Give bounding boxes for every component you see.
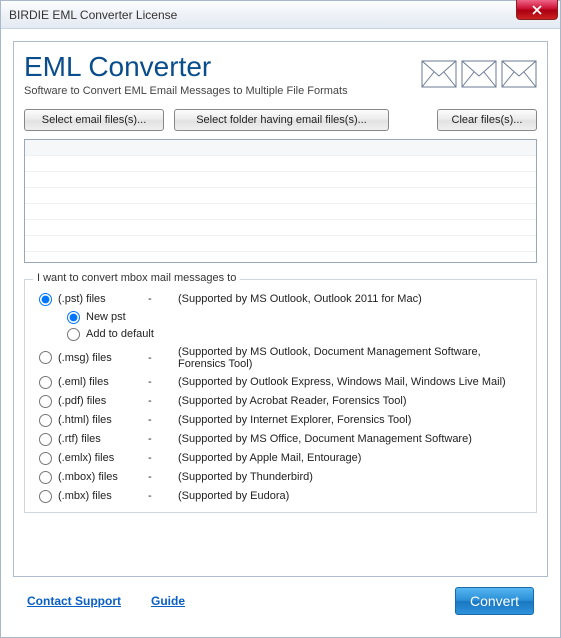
option-name: (.pdf) files: [58, 395, 148, 407]
envelope-icon: [461, 60, 497, 88]
envelope-icons: [421, 60, 537, 88]
option-name: (.eml) files: [58, 376, 148, 388]
sub-option-label: Add to default: [86, 328, 154, 340]
radio-msg[interactable]: [39, 351, 52, 364]
format-groupbox: I want to convert mbox mail messages to …: [24, 279, 537, 513]
radio-html[interactable]: [39, 414, 52, 427]
window-title: BIRDIE EML Converter License: [9, 8, 177, 22]
option-support: (Supported by Apple Mail, Entourage): [178, 452, 526, 464]
radio-pst[interactable]: [39, 293, 52, 306]
pst-sub-options: New pst Add to default: [35, 309, 526, 343]
convert-button[interactable]: Convert: [455, 587, 534, 615]
app-title: EML Converter: [24, 52, 348, 83]
close-button[interactable]: [516, 0, 558, 20]
option-dash: -: [148, 352, 178, 364]
option-name: (.pst) files: [58, 293, 148, 305]
radio-mbox[interactable]: [39, 471, 52, 484]
footer: Contact Support Guide Convert: [13, 577, 548, 625]
select-files-button[interactable]: Select email files(s)...: [24, 109, 164, 131]
option-name: (.emlx) files: [58, 452, 148, 464]
option-name: (.mbx) files: [58, 490, 148, 502]
option-emlx[interactable]: (.emlx) files - (Supported by Apple Mail…: [35, 449, 526, 468]
list-row: [25, 140, 536, 156]
file-button-row: Select email files(s)... Select folder h…: [24, 109, 537, 131]
main-panel: EML Converter Software to Convert EML Em…: [13, 41, 548, 577]
option-html[interactable]: (.html) files - (Supported by Internet E…: [35, 411, 526, 430]
envelope-icon: [501, 60, 537, 88]
list-row: [25, 220, 536, 236]
radio-eml[interactable]: [39, 376, 52, 389]
envelope-icon: [421, 60, 457, 88]
sub-option-add-default[interactable]: Add to default: [63, 326, 526, 343]
option-support: (Supported by Eudora): [178, 490, 526, 502]
option-name: (.html) files: [58, 414, 148, 426]
option-pdf[interactable]: (.pdf) files - (Supported by Acrobat Rea…: [35, 392, 526, 411]
header-text: EML Converter Software to Convert EML Em…: [24, 52, 348, 97]
list-row: [25, 236, 536, 252]
option-pst[interactable]: (.pst) files - (Supported by MS Outlook,…: [35, 290, 526, 309]
clear-files-button[interactable]: Clear files(s)...: [437, 109, 537, 131]
list-row: [25, 172, 536, 188]
option-msg[interactable]: (.msg) files - (Supported by MS Outlook,…: [35, 343, 526, 373]
option-dash: -: [148, 414, 178, 426]
option-dash: -: [148, 452, 178, 464]
option-support: (Supported by Outlook Express, Windows M…: [178, 376, 526, 388]
option-name: (.mbox) files: [58, 471, 148, 483]
option-dash: -: [148, 376, 178, 388]
option-name: (.msg) files: [58, 352, 148, 364]
option-mbox[interactable]: (.mbox) files - (Supported by Thunderbir…: [35, 468, 526, 487]
option-support: (Supported by Acrobat Reader, Forensics …: [178, 395, 526, 407]
guide-link[interactable]: Guide: [151, 594, 185, 608]
option-mbx[interactable]: (.mbx) files - (Supported by Eudora): [35, 487, 526, 506]
close-icon: [532, 5, 542, 15]
option-dash: -: [148, 395, 178, 407]
groupbox-label: I want to convert mbox mail messages to: [33, 272, 240, 284]
app-window: BIRDIE EML Converter License EML Convert…: [0, 0, 561, 638]
option-eml[interactable]: (.eml) files - (Supported by Outlook Exp…: [35, 373, 526, 392]
radio-rtf[interactable]: [39, 433, 52, 446]
titlebar: BIRDIE EML Converter License: [1, 1, 560, 29]
option-dash: -: [148, 490, 178, 502]
app-subtitle: Software to Convert EML Email Messages t…: [24, 85, 348, 97]
option-dash: -: [148, 433, 178, 445]
list-row: [25, 188, 536, 204]
option-support: (Supported by Thunderbird): [178, 471, 526, 483]
header: EML Converter Software to Convert EML Em…: [24, 52, 537, 97]
radio-new-pst[interactable]: [67, 311, 80, 324]
contact-support-link[interactable]: Contact Support: [27, 594, 121, 608]
radio-pdf[interactable]: [39, 395, 52, 408]
option-support: (Supported by MS Office, Document Manage…: [178, 433, 526, 445]
option-dash: -: [148, 293, 178, 305]
content-area: EML Converter Software to Convert EML Em…: [1, 29, 560, 637]
spacer: [399, 109, 427, 131]
sub-option-label: New pst: [86, 311, 126, 323]
select-folder-button[interactable]: Select folder having email files(s)...: [174, 109, 389, 131]
option-dash: -: [148, 471, 178, 483]
file-list[interactable]: [24, 139, 537, 263]
option-support: (Supported by Internet Explorer, Forensi…: [178, 414, 526, 426]
radio-mbx[interactable]: [39, 490, 52, 503]
list-row: [25, 156, 536, 172]
list-row: [25, 204, 536, 220]
option-support: (Supported by MS Outlook, Document Manag…: [178, 346, 526, 370]
sub-option-new-pst[interactable]: New pst: [63, 309, 526, 326]
option-name: (.rtf) files: [58, 433, 148, 445]
option-support: (Supported by MS Outlook, Outlook 2011 f…: [178, 293, 526, 305]
option-rtf[interactable]: (.rtf) files - (Supported by MS Office, …: [35, 430, 526, 449]
radio-emlx[interactable]: [39, 452, 52, 465]
radio-add-default[interactable]: [67, 328, 80, 341]
